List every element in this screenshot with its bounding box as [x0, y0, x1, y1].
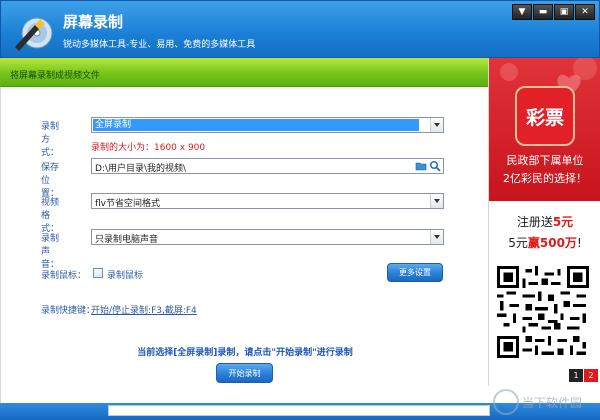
qr-code-icon[interactable] [497, 266, 589, 358]
app-title: 屏幕录制 [63, 13, 124, 31]
shortcut-link[interactable]: 开始/停止录制:F3,截屏:F4 [91, 303, 197, 316]
mode-value: 全屏录制 [93, 119, 419, 131]
folder-icon[interactable] [415, 160, 427, 172]
ad-page-2[interactable]: 2 [584, 369, 598, 382]
more-settings-button[interactable]: 更多设置 [387, 263, 443, 282]
title-bar: 屏幕录制 锐动多媒体工具-专业、易用、免费的多媒体工具 ▼ ▬ ▣ ✕ [0, 0, 600, 58]
audio-select[interactable]: 只录制电脑声音 [91, 229, 444, 245]
ad-banner[interactable]: 彩票 民政部下属单位 2亿彩民的选择！ [489, 58, 600, 201]
ad-line-2: 2亿彩民的选择！ [503, 172, 587, 185]
ad-exclaim: ! [576, 236, 582, 250]
mode-select[interactable]: 全屏录制 [91, 117, 444, 133]
app-logo-icon [15, 17, 53, 51]
ad-pager: 1 2 [569, 369, 598, 382]
maximize-button[interactable]: ▣ [554, 4, 574, 20]
mode-label: 录制方式： [41, 122, 60, 158]
ad-win-text: 5元赢500万! [489, 234, 600, 251]
record-cursor-checkbox-label[interactable]: 录制鼠标 [107, 268, 143, 281]
record-size-note: 录制的大小为：1600 x 900 [91, 143, 206, 153]
progress-track [108, 405, 490, 416]
section-header: 将屏幕录制成视频文件 [0, 58, 488, 87]
format-value: flv节省空间格式 [95, 199, 160, 209]
close-button[interactable]: ✕ [575, 4, 595, 20]
watermark-text: 当下软件园 [522, 396, 582, 410]
save-path-value: D:\用户目录\我的视频\ [95, 164, 187, 174]
search-icon[interactable] [429, 160, 441, 172]
chevron-down-icon[interactable] [430, 230, 443, 244]
save-label: 保存位置： [41, 163, 60, 199]
format-label: 视频格式： [41, 198, 60, 234]
ad-panel[interactable]: 彩票 民政部下属单位 2亿彩民的选择！ 注册送5元 5元赢500万! 1 2 [488, 58, 600, 386]
start-record-button[interactable]: 开始录制 [216, 363, 273, 383]
save-path-field[interactable]: D:\用户目录\我的视频\ [91, 158, 444, 174]
ad-stake-text: 5元 [508, 236, 528, 250]
menu-dropdown-button[interactable]: ▼ [512, 4, 532, 20]
chevron-down-icon[interactable] [430, 194, 443, 208]
ad-register-bonus: 注册送5元 [489, 213, 600, 230]
watermark-logo: 当下软件园 [493, 389, 582, 415]
format-select[interactable]: flv节省空间格式 [91, 193, 444, 209]
minimize-button[interactable]: ▬ [533, 4, 553, 20]
status-message: 当前选择[全屏录制]录制，请点击"开始录制"进行录制 [137, 348, 353, 358]
record-settings-panel: 录制方式： 全屏录制 录制的大小为：1600 x 900 保存位置： D:\用户… [0, 87, 488, 403]
lottery-logo[interactable]: 彩票 [515, 86, 575, 146]
shortcut-row: 录制快捷键： 开始/停止录制:F3,截屏:F4 [41, 303, 451, 317]
audio-label: 录制声音： [41, 234, 60, 270]
ad-line-1: 民政部下属单位 [506, 154, 584, 167]
chevron-down-icon[interactable] [430, 118, 443, 132]
window-controls: ▼ ▬ ▣ ✕ [512, 4, 595, 20]
ad-prize-text: 赢500万 [527, 236, 577, 250]
record-cursor-checkbox[interactable] [93, 268, 103, 278]
ad-register-text: 注册送 [516, 215, 553, 229]
section-title: 将屏幕录制成视频文件 [10, 71, 101, 81]
audio-value: 只录制电脑声音 [95, 235, 159, 245]
ad-bonus-amount: 5元 [552, 215, 574, 229]
shortcut-label: 录制快捷键： [41, 306, 96, 316]
ad-page-1[interactable]: 1 [569, 369, 583, 382]
app-subtitle: 锐动多媒体工具-专业、易用、免费的多媒体工具 [63, 40, 256, 50]
cursor-label: 录制鼠标： [41, 271, 87, 281]
